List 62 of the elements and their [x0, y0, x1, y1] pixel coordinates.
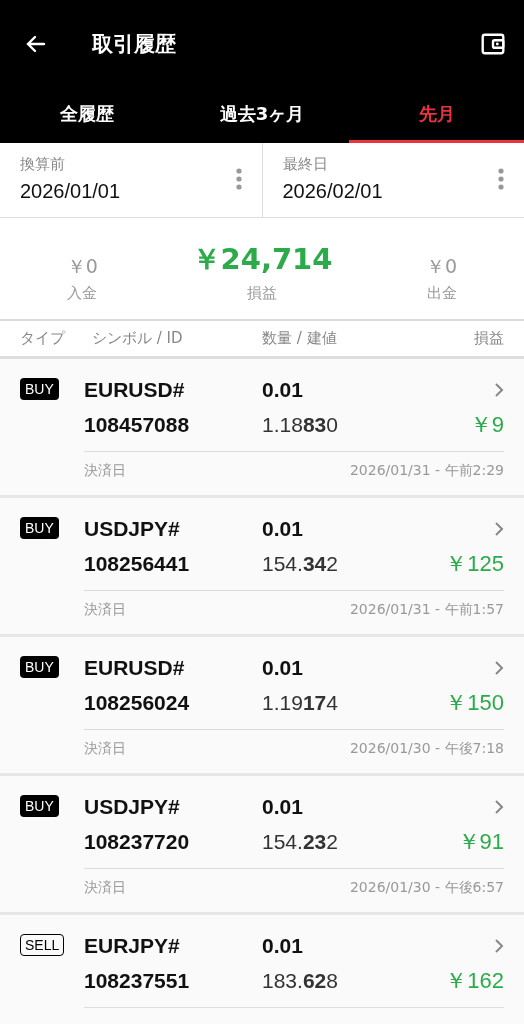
trade-type-badge: BUY	[20, 795, 59, 817]
summary-value: ￥24,714	[191, 241, 333, 278]
symbol: USDJPY#	[84, 795, 181, 819]
open-price: 154.342	[262, 552, 339, 576]
profit: ￥9	[469, 411, 504, 439]
open-price: 1.19174	[262, 691, 339, 715]
more-icon[interactable]	[498, 168, 504, 190]
summary-label: 損益	[247, 284, 277, 303]
volume: 0.01	[262, 795, 304, 819]
trade-type-badge: BUY	[20, 656, 59, 678]
tab[interactable]: 過去3ヶ月	[174, 88, 350, 143]
profit: ￥125	[445, 550, 504, 578]
column-header: 数量 / 建値	[262, 329, 338, 348]
settlement-date: 2026/01/31 - 午前2:29	[349, 462, 504, 480]
column-header: 損益	[474, 329, 504, 348]
date-field[interactable]: 2026/02/01	[282, 180, 383, 203]
open-price: 1.18830	[262, 413, 339, 437]
open-price: 183.628	[262, 969, 339, 993]
order-id: 108457088	[84, 413, 191, 437]
column-header: シンボル / ID	[92, 329, 184, 348]
date-label: 決済日	[84, 462, 126, 480]
open-price: 154.232	[262, 830, 339, 854]
column-header: タイプ	[20, 329, 67, 348]
volume: 0.01	[262, 656, 304, 680]
date-field[interactable]: 2026/01/01	[20, 180, 121, 203]
page-title: 取引履歴	[92, 31, 177, 58]
volume: 0.01	[262, 517, 304, 541]
settlement-date: 2026/01/31 - 午前1:57	[349, 601, 504, 619]
tab[interactable]: 全履歴	[0, 88, 175, 143]
chevron-right-icon[interactable]	[494, 938, 504, 954]
settlement-date: 2026/01/30 - 午後6:57	[349, 879, 504, 897]
date-label: 決済日	[84, 879, 126, 897]
date-label: 最終日	[282, 155, 329, 174]
symbol: USDJPY#	[84, 517, 181, 541]
order-id: 108256441	[84, 552, 191, 576]
summary-value: ￥0	[66, 254, 98, 279]
summary-label: 入金	[67, 284, 98, 303]
trade-type-badge: BUY	[20, 517, 59, 539]
order-id: 108237551	[84, 969, 191, 993]
volume: 0.01	[262, 934, 304, 958]
symbol: EURUSD#	[84, 378, 186, 402]
settlement-date: 2026/01/30 - 午後7:18	[349, 740, 504, 758]
profit: ￥162	[445, 967, 504, 995]
chevron-right-icon[interactable]	[494, 799, 504, 815]
chevron-right-icon[interactable]	[494, 521, 504, 537]
chevron-right-icon[interactable]	[494, 382, 504, 398]
volume: 0.01	[262, 378, 304, 402]
more-icon[interactable]	[235, 168, 242, 190]
trade-type-badge: BUY	[20, 378, 59, 400]
profit: ￥150	[445, 689, 504, 717]
date-label: 決済日	[84, 740, 126, 758]
date-label: 決済日	[84, 601, 126, 619]
date-label: 換算前	[20, 155, 66, 174]
trade-type-badge: SELL	[20, 934, 65, 956]
chevron-right-icon[interactable]	[494, 660, 504, 676]
symbol: EURUSD#	[84, 656, 186, 680]
profit: ￥91	[457, 828, 504, 856]
order-id: 108237720	[84, 830, 191, 854]
order-id: 108256024	[84, 691, 191, 715]
summary-value: ￥0	[426, 254, 458, 279]
summary-label: 出金	[426, 284, 457, 303]
symbol: EURJPY#	[84, 934, 181, 958]
